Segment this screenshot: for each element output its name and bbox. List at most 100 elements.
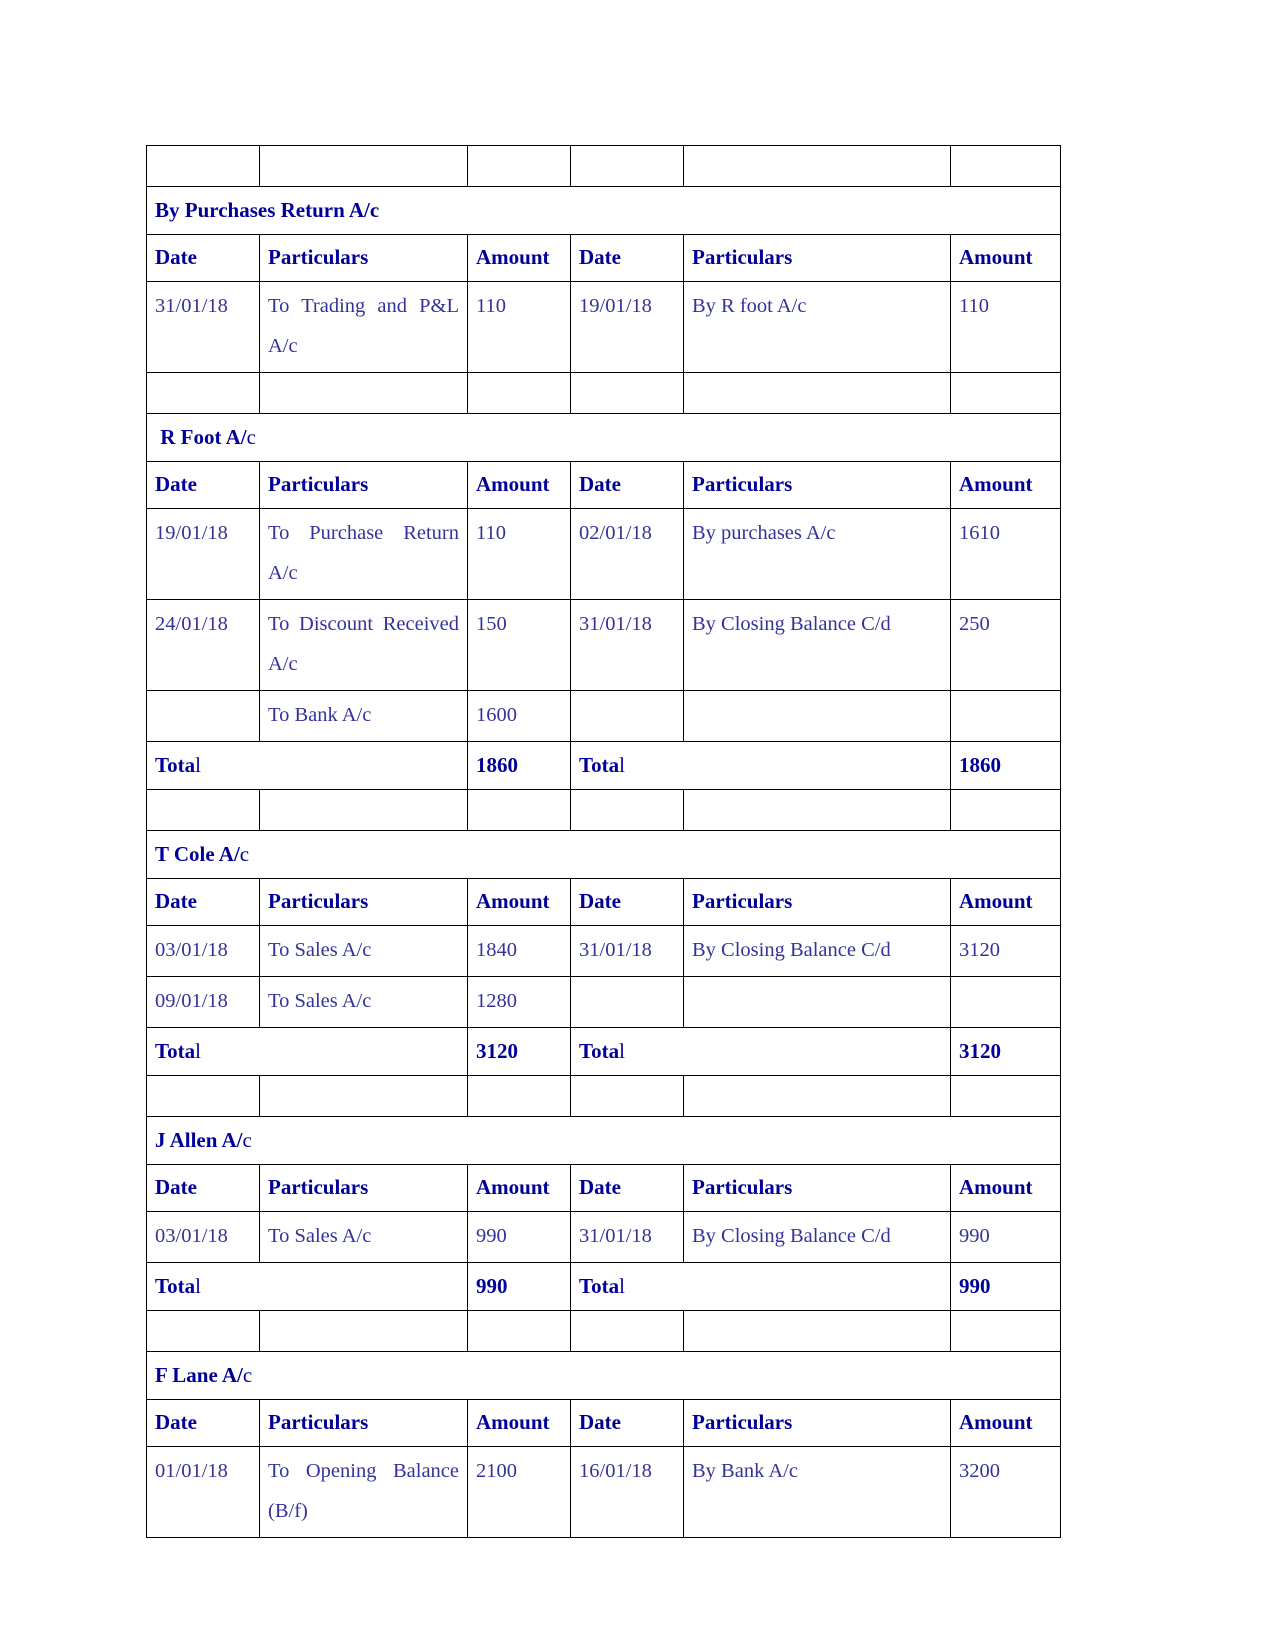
spacer-cell-4 [683,145,951,187]
header-particulars-left: Particulars [259,1164,468,1212]
header-particulars-right: Particulars [683,1399,951,1447]
entry-amount-right: 110 [950,281,1061,373]
spacer-cell-1 [259,145,468,187]
total-label-right: Total [570,1027,951,1076]
account-title-row: T Cole A/c [146,830,1061,879]
total-label-text: Tota [579,1274,620,1298]
spacer-cell-3 [570,1075,684,1117]
document-page: By Purchases Return A/c Date Particulars Am… [0,0,1275,1650]
spacer-cell-5 [950,145,1061,187]
entry-date-left: 01/01/18 [146,1446,260,1538]
header-particulars-right: Particulars [683,878,951,926]
account-title-j-allen: J Allen A/c [146,1116,1061,1165]
entry-particulars-right: By Bank A/c [683,1446,951,1538]
entry-particulars-left: To Purchase Return A/c [259,508,468,600]
spacer-cell-2 [467,1310,571,1352]
header-particulars-left: Particulars [259,234,468,282]
account-title-suffix: c [242,1363,253,1387]
entry-particulars-right [683,690,951,742]
entry-amount-left: 2100 [467,1446,571,1538]
entry-amount-right [950,690,1061,742]
spacer-cell-1 [259,789,468,831]
spacer-cell-2 [467,789,571,831]
total-amount-right: 1860 [950,741,1061,790]
total-amount-left: 990 [467,1262,571,1311]
spacer-cell-0 [146,372,260,414]
header-date-right: Date [570,234,684,282]
total-row: Total 3120 Total 3120 [146,1027,1061,1076]
header-particulars-right: Particulars [683,234,951,282]
header-particulars-right: Particulars [683,1164,951,1212]
entry-particulars-right [683,976,951,1028]
header-particulars-left: Particulars [259,461,468,509]
account-title-text: J Allen A/ [155,1128,243,1152]
header-amount-right: Amount [950,878,1061,926]
entry-amount-left: 1840 [467,925,571,977]
header-date-left: Date [146,1164,260,1212]
ledger-accounts-table: By Purchases Return A/c Date Particulars Am… [146,145,1061,1538]
entry-amount-right: 1610 [950,508,1061,600]
entry-particulars-left: To Trading and P&L A/c [259,281,468,373]
account-title-row: J Allen A/c [146,1116,1061,1165]
total-label-suffix: l [619,753,625,777]
spacer-cell-5 [950,789,1061,831]
spacer-row [146,1310,1061,1352]
total-label-text: Tota [155,1274,196,1298]
entry-date-right: 16/01/18 [570,1446,684,1538]
total-label-suffix: l [195,753,201,777]
header-date-right: Date [570,1399,684,1447]
spacer-cell-2 [467,372,571,414]
entry-amount-right: 3200 [950,1446,1061,1538]
spacer-cell-5 [950,372,1061,414]
spacer-cell-2 [467,145,571,187]
column-header-row: Date Particulars Amount Date Particulars Amou… [146,1399,1061,1447]
account-title-suffix: c [242,1128,252,1152]
spacer-cell-4 [683,372,951,414]
header-amount-left: Amount [467,461,571,509]
account-title-row: R Foot A/c [146,413,1061,462]
spacer-cell-1 [259,1310,468,1352]
entry-date-left: 31/01/18 [146,281,260,373]
account-title-t-cole: T Cole A/c [146,830,1061,879]
entry-particulars-left: To Sales A/c [259,976,468,1028]
header-amount-left: Amount [467,1164,571,1212]
entry-amount-left: 150 [467,599,571,691]
entry-particulars-left: To Opening Balance (B/f) [259,1446,468,1538]
account-title-r-foot: R Foot A/c [146,413,1061,462]
entry-particulars-right: By purchases A/c [683,508,951,600]
entry-date-right: 31/01/18 [570,599,684,691]
entry-amount-left: 990 [467,1211,571,1263]
account-title-text: By Purchases Return A/c [155,198,380,222]
header-date-left: Date [146,461,260,509]
entry-date-right: 02/01/18 [570,508,684,600]
spacer-cell-1 [259,1075,468,1117]
total-label-left: Total [146,741,468,790]
spacer-cell-2 [467,1075,571,1117]
ledger-entry-row: 24/01/18 To Discount Received A/c 150 31/01… [146,599,1061,691]
account-title-suffix: c [246,425,256,449]
entry-particulars-left: To Bank A/c [259,690,468,742]
spacer-cell-3 [570,372,684,414]
spacer-row [146,372,1061,414]
entry-particulars-right: By Closing Balance C/d [683,925,951,977]
account-title-text: T Cole A/ [155,842,240,866]
spacer-cell-3 [570,145,684,187]
entry-amount-right: 250 [950,599,1061,691]
entry-particulars-left: To Discount Received A/c [259,599,468,691]
account-title-row: F Lane A/c [146,1351,1061,1400]
ledger-entry-row: 01/01/18 To Opening Balance (B/f) 2100 16/0… [146,1446,1061,1538]
total-label-suffix: l [619,1039,625,1063]
ledger-entry-row: 19/01/18 To Purchase Return A/c 110 02/01/1… [146,508,1061,600]
header-amount-left: Amount [467,878,571,926]
spacer-cell-3 [570,789,684,831]
entry-date-right [570,690,684,742]
total-amount-right: 3120 [950,1027,1061,1076]
entry-amount-right [950,976,1061,1028]
header-amount-left: Amount [467,234,571,282]
entry-date-left [146,690,260,742]
header-amount-right: Amount [950,1164,1061,1212]
entry-date-right: 31/01/18 [570,925,684,977]
spacer-cell-0 [146,789,260,831]
header-date-left: Date [146,234,260,282]
total-label-left: Total [146,1027,468,1076]
